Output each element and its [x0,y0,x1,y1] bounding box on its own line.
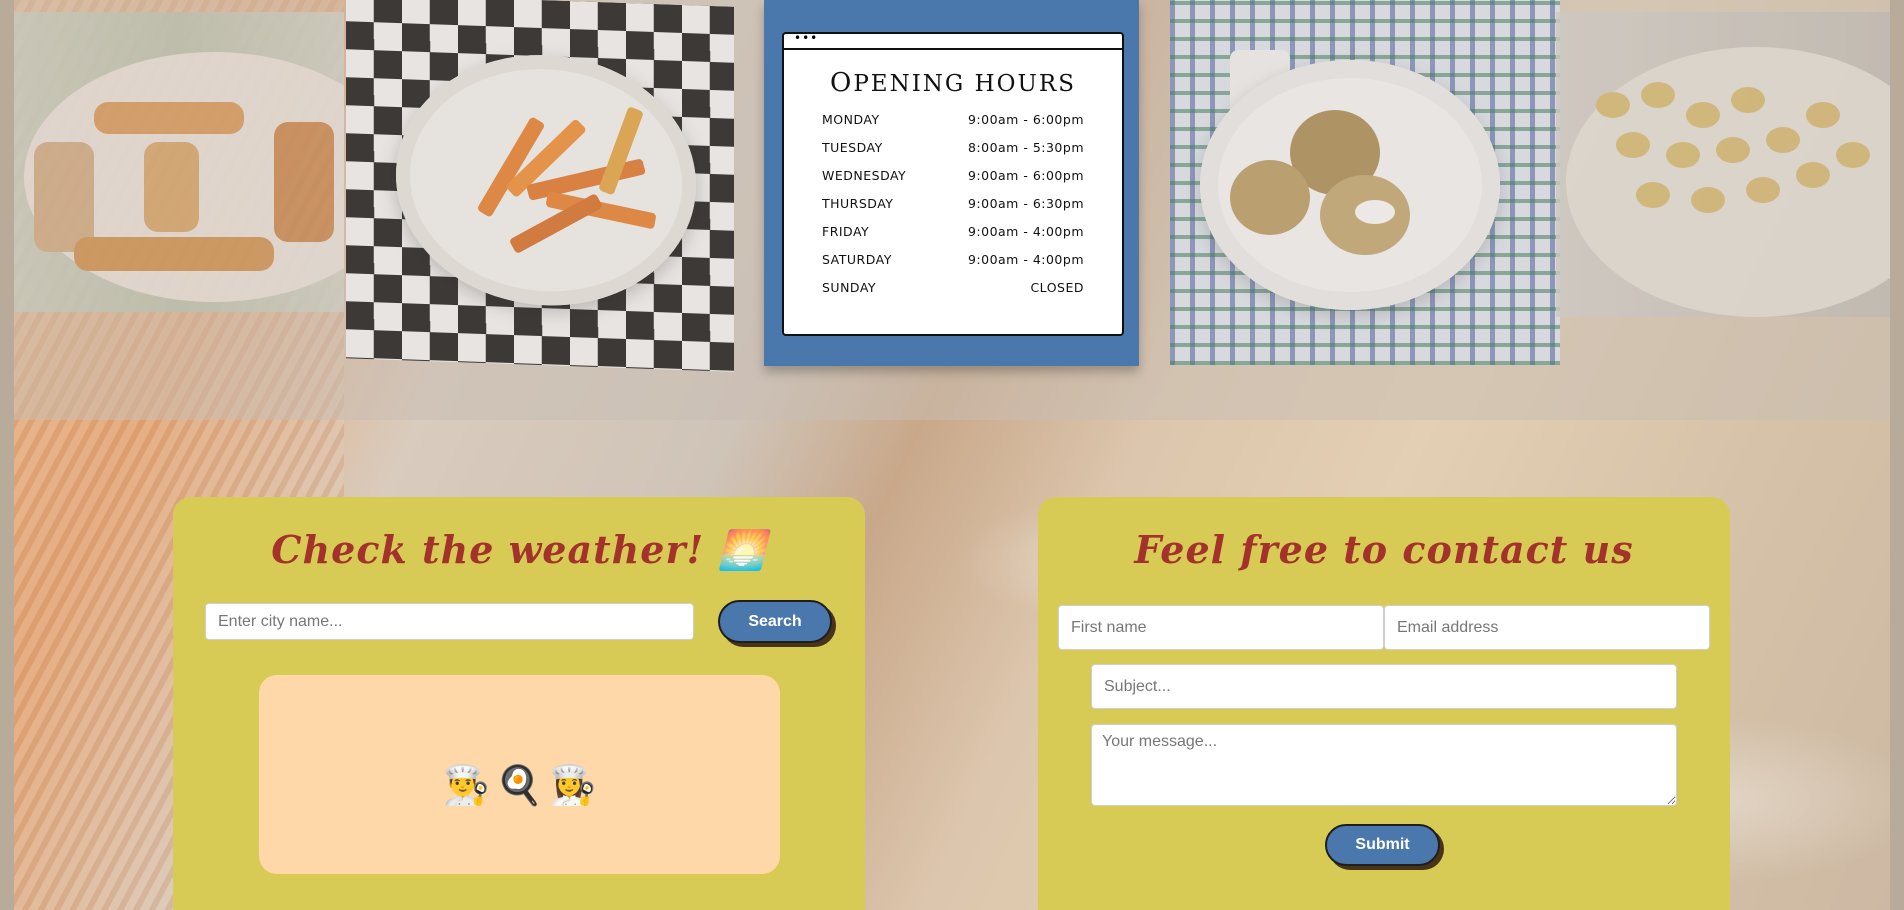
chef-icon: 👨‍🍳 [442,763,490,807]
search-button[interactable]: Search [718,600,832,643]
weather-result-box: 👨‍🍳 🍳 👩‍🍳 [259,675,780,874]
hours-value: 9:00am - 6:30pm [967,196,1084,211]
day-label: THURSDAY [822,196,894,211]
window-titlebar: ••• [784,31,1122,50]
opening-hours-title: Opening Hours [830,68,1076,98]
hours-value: CLOSED [1030,280,1084,295]
subject-field[interactable] [1091,664,1677,709]
opening-hours-window: ••• Opening Hours MONDAY 9:00am - 6:00pm… [782,31,1124,336]
frying-pan-icon: 🍳 [495,763,544,807]
hours-value: 9:00am - 4:00pm [967,252,1084,267]
weather-title: Check the weather! 🌅 [271,527,767,572]
hours-row: TUESDAY 8:00am - 5:30pm [822,140,1084,168]
hours-row: WEDNESDAY 9:00am - 6:00pm [822,168,1084,196]
contact-title: Feel free to contact us [1134,527,1634,572]
submit-button[interactable]: Submit [1325,824,1440,866]
opening-hours-table: MONDAY 9:00am - 6:00pm TUESDAY 8:00am - … [822,112,1084,308]
weather-placeholder-emojis: 👨‍🍳 🍳 👩‍🍳 [443,763,597,808]
opening-hours-card: ••• Opening Hours MONDAY 9:00am - 6:00pm… [764,0,1139,366]
day-label: SATURDAY [822,252,892,267]
weather-panel: Check the weather! 🌅 Search 👨‍🍳 🍳 👩‍🍳 [173,497,865,910]
day-label: SUNDAY [822,280,877,295]
email-field[interactable] [1384,605,1710,650]
hours-value: 9:00am - 6:00pm [967,112,1084,127]
hours-row: THURSDAY 9:00am - 6:30pm [822,196,1084,224]
hours-row: FRIDAY 9:00am - 4:00pm [822,224,1084,252]
day-label: WEDNESDAY [822,168,907,183]
hours-value: 9:00am - 6:00pm [967,168,1084,183]
window-dots-icon: ••• [794,31,819,45]
day-label: TUESDAY [822,140,883,155]
hours-value: 8:00am - 5:30pm [967,140,1084,155]
hours-row: MONDAY 9:00am - 6:00pm [822,112,1084,140]
contact-panel: Feel free to contact us Submit [1038,497,1730,910]
hours-row: SUNDAY CLOSED [822,280,1084,308]
message-field[interactable] [1091,724,1677,806]
chef-woman-icon: 👩‍🍳 [549,763,597,807]
hours-value: 9:00am - 4:00pm [967,224,1084,239]
hours-row: SATURDAY 9:00am - 4:00pm [822,252,1084,280]
city-search-input[interactable] [205,603,694,640]
first-name-field[interactable] [1058,605,1384,650]
day-label: MONDAY [822,112,880,127]
day-label: FRIDAY [822,224,870,239]
